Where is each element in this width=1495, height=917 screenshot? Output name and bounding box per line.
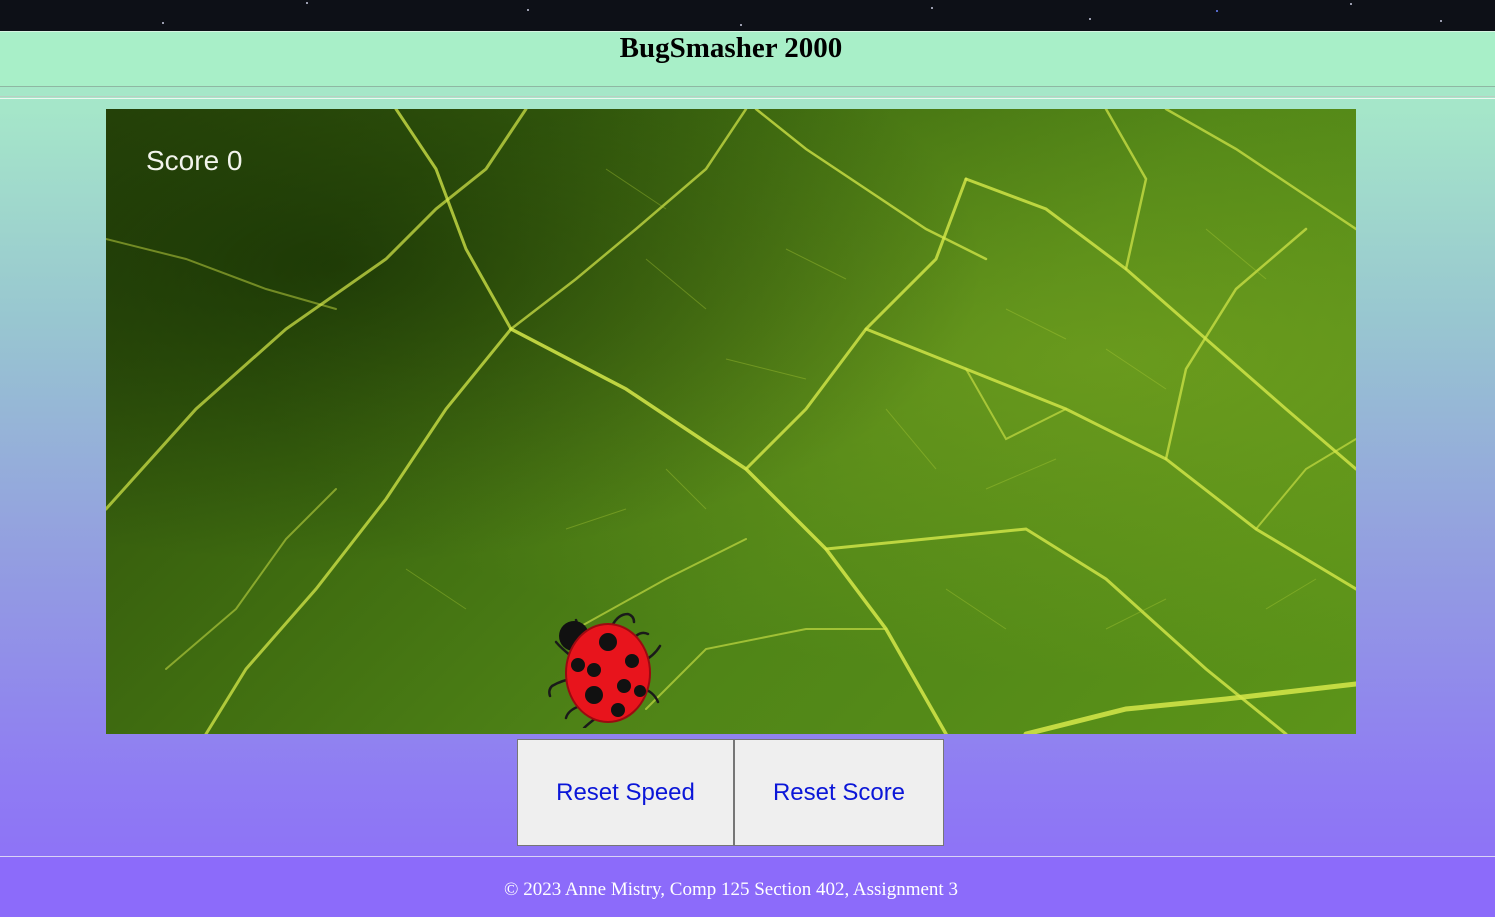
reset-speed-button[interactable]: Reset Speed xyxy=(517,739,734,846)
leaf-background xyxy=(106,109,1356,734)
starfield-strip xyxy=(0,0,1495,31)
page-footer: © 2023 Anne Mistry, Comp 125 Section 402… xyxy=(0,856,1495,917)
copyright-text: © 2023 Anne Mistry, Comp 125 Section 402… xyxy=(504,879,958,900)
header-divider xyxy=(0,96,1495,99)
ladybug-icon[interactable] xyxy=(546,606,666,730)
game-controls: Reset Speed Reset Score xyxy=(517,739,944,846)
page-title: BugSmasher 2000 xyxy=(619,32,843,64)
game-canvas[interactable]: Score 0 xyxy=(106,109,1356,734)
reset-score-button[interactable]: Reset Score xyxy=(734,739,944,846)
score-display: Score 0 xyxy=(146,145,243,176)
